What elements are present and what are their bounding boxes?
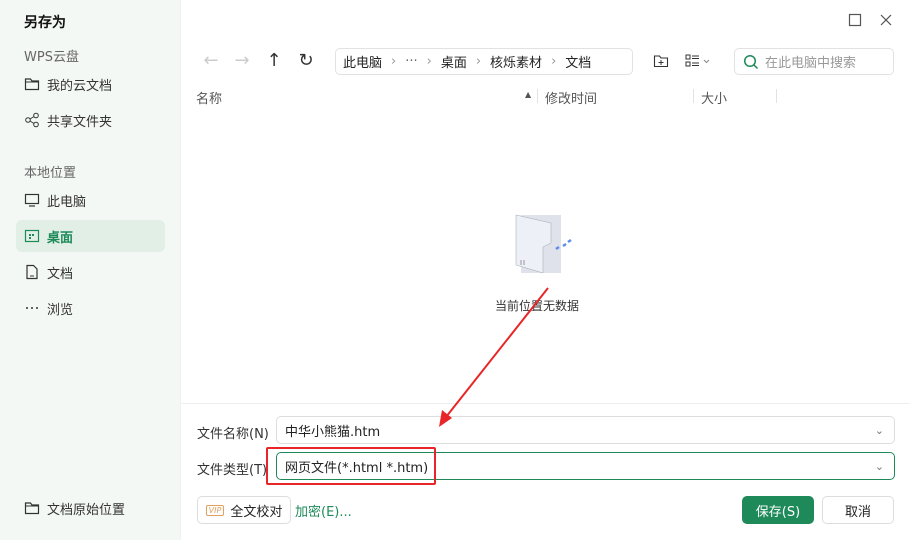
folder-icon xyxy=(24,78,40,91)
search-icon xyxy=(743,54,759,69)
back-icon[interactable]: ← xyxy=(201,50,221,71)
up-icon[interactable]: ↑ xyxy=(264,50,284,71)
vip-badge: VIP xyxy=(205,504,225,516)
column-name[interactable]: 名称 xyxy=(196,88,222,107)
monitor-icon xyxy=(24,193,40,207)
view-mode-icon[interactable] xyxy=(685,53,713,69)
desktop-icon xyxy=(24,229,40,243)
breadcrumb-item[interactable]: 此电脑 xyxy=(343,52,382,71)
chevron-down-icon[interactable]: ⌄ xyxy=(875,460,884,473)
annotation-highlight-box xyxy=(266,447,436,485)
filename-value: 中华小熊猫.htm xyxy=(285,424,381,440)
search-input[interactable]: 在此电脑中搜索 xyxy=(734,48,894,75)
breadcrumb-item[interactable]: 核烁素材 xyxy=(490,52,542,71)
document-icon xyxy=(26,264,38,280)
breadcrumb: 此电脑 › ··· › 桌面 › 核烁素材 › 文档 xyxy=(335,48,633,75)
sidebar-item-label: 我的云文档 xyxy=(47,78,113,94)
filetype-label: 文件类型(T) xyxy=(197,463,268,478)
sidebar-item-label: 桌面 xyxy=(47,230,74,246)
encrypt-link[interactable]: 加密(E)... xyxy=(295,496,352,524)
save-button[interactable]: 保存(S) xyxy=(742,496,814,524)
sidebar-item-label: 文档 xyxy=(47,266,74,282)
sidebar-item-label: 共享文件夹 xyxy=(47,114,113,130)
column-size[interactable]: 大小 xyxy=(701,88,727,107)
sidebar-item-label: 浏览 xyxy=(47,302,74,318)
sidebar-item-shared-folder[interactable]: 共享文件夹 xyxy=(16,104,165,136)
more-icon xyxy=(26,307,38,309)
column-divider[interactable] xyxy=(537,89,538,103)
sort-asc-icon: ▲ xyxy=(525,90,532,99)
dialog-title: 另存为 xyxy=(24,15,66,31)
empty-state-text: 当前位置无数据 xyxy=(495,299,580,313)
chevron-down-icon[interactable]: ⌄ xyxy=(875,424,884,437)
sidebar: 另存为 WPS云盘 我的云文档 共享文件夹 本地位置 此电脑 桌面 文档 浏览 … xyxy=(0,0,181,540)
sidebar-item-label: 此电脑 xyxy=(47,194,87,210)
sidebar-item-this-pc[interactable]: 此电脑 xyxy=(16,184,165,216)
sidebar-item-desktop[interactable]: 桌面 xyxy=(16,220,165,252)
cancel-button[interactable]: 取消 xyxy=(822,496,894,524)
sidebar-item-my-cloud-docs[interactable]: 我的云文档 xyxy=(16,68,165,100)
breadcrumb-item[interactable]: 桌面 xyxy=(441,52,467,71)
column-divider[interactable] xyxy=(693,89,694,103)
close-icon[interactable] xyxy=(878,12,894,28)
proofread-label: 全文校对 xyxy=(230,504,283,520)
sidebar-item-original-location[interactable]: 文档原始位置 xyxy=(16,492,165,524)
maximize-icon[interactable] xyxy=(847,12,863,28)
filename-label: 文件名称(N) xyxy=(197,427,269,442)
column-divider[interactable] xyxy=(776,89,777,103)
column-modified[interactable]: 修改时间 xyxy=(545,88,597,107)
search-placeholder: 在此电脑中搜索 xyxy=(765,56,857,71)
filename-input[interactable]: 中华小熊猫.htm ⌄ xyxy=(276,416,895,444)
proofread-button[interactable]: VIP 全文校对 xyxy=(197,496,291,524)
sidebar-item-label: 文档原始位置 xyxy=(47,502,126,518)
local-section-label: 本地位置 xyxy=(24,166,77,181)
breadcrumb-item[interactable]: ··· xyxy=(405,54,417,69)
breadcrumb-item[interactable]: 文档 xyxy=(565,52,591,71)
cloud-section-label: WPS云盘 xyxy=(24,50,79,65)
sidebar-item-browse[interactable]: 浏览 xyxy=(16,292,165,324)
empty-folder-icon xyxy=(515,214,572,274)
new-folder-icon[interactable] xyxy=(653,53,669,69)
share-icon xyxy=(25,112,39,128)
sidebar-item-documents[interactable]: 文档 xyxy=(16,256,165,288)
refresh-icon[interactable]: ↻ xyxy=(296,50,316,71)
folder-icon xyxy=(24,502,40,515)
forward-icon[interactable]: → xyxy=(232,50,252,71)
